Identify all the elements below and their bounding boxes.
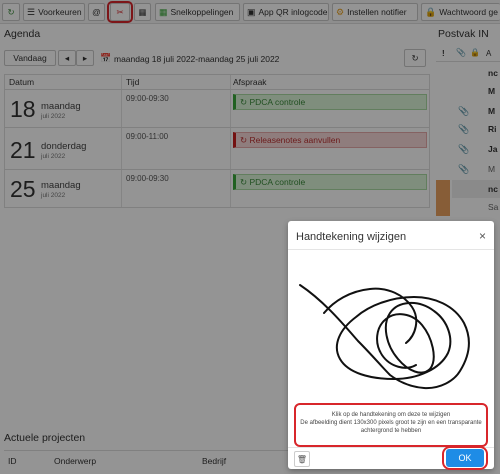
info-line-1: Klik op de handtekening om deze te wijzi… xyxy=(331,412,451,418)
signature-image[interactable] xyxy=(294,255,488,399)
signature-info-box: Klik op de handtekening om deze te wijzi… xyxy=(294,403,488,447)
ok-button[interactable]: OK xyxy=(446,449,484,467)
delete-button[interactable]: 🗑 xyxy=(294,451,310,467)
modal-title: Handtekening wijzigen xyxy=(296,231,407,243)
close-icon: × xyxy=(478,229,486,243)
trash-icon: 🗑 xyxy=(296,454,308,464)
close-button[interactable]: × xyxy=(479,229,486,243)
signature-modal: Handtekening wijzigen × Klik op de handt… xyxy=(288,221,494,470)
divider xyxy=(288,249,494,250)
info-line-2: De afbeelding dient 130x300 pixels groot… xyxy=(300,420,482,426)
info-line-3: achtergrond te hebben xyxy=(360,428,422,434)
